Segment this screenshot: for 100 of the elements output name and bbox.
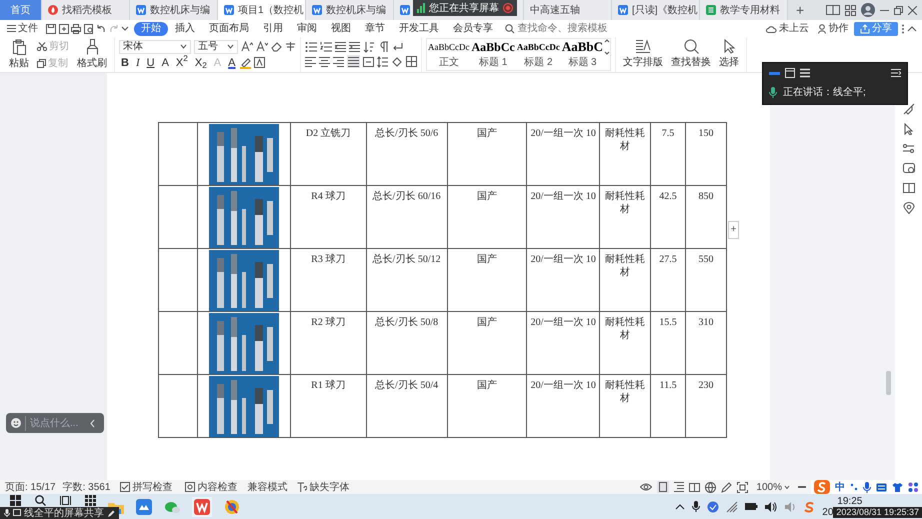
text-format-button[interactable]: X$_{2}$ — [192, 56, 209, 70]
align-right-icon[interactable] — [333, 56, 344, 68]
document-tab[interactable]: 教学专用材料 — [700, 0, 788, 20]
restore-icon[interactable] — [894, 6, 903, 14]
cloud-status-button[interactable]: 未上云 — [763, 21, 812, 36]
chevron-left-icon[interactable] — [89, 418, 96, 428]
content-check-button[interactable]: 内容检查 — [182, 480, 240, 494]
database-image-icon[interactable] — [902, 162, 914, 174]
shirt-icon[interactable] — [892, 482, 903, 492]
ribbon-tab[interactable]: 页面布局 — [202, 22, 256, 36]
document-tab[interactable]: 数控机床与编 — [306, 0, 394, 20]
chat-input-box[interactable]: 说点什么... — [6, 413, 104, 433]
window-icon[interactable] — [785, 68, 795, 78]
list-icon[interactable] — [800, 68, 810, 78]
borders-icon[interactable] — [406, 56, 417, 67]
punctuation-icon[interactable] — [850, 482, 858, 492]
taskbar-app[interactable] — [192, 496, 212, 516]
scrollbar-thumb[interactable] — [886, 371, 891, 395]
export-icon[interactable] — [58, 24, 68, 34]
cursor-arrow-icon[interactable] — [903, 123, 914, 135]
shading-icon[interactable] — [391, 56, 403, 68]
new-tab-button[interactable]: + — [788, 0, 812, 20]
more-icon[interactable] — [900, 24, 904, 34]
ribbon-tab[interactable]: 审阅 — [290, 22, 324, 36]
window-layout-icon[interactable] — [826, 5, 840, 15]
format-painter-button[interactable]: 格式刷 — [74, 38, 110, 70]
caret-icon[interactable] — [121, 25, 129, 32]
numbered-list-icon[interactable] — [320, 41, 332, 53]
font-name-field[interactable]: 宋体 — [119, 40, 191, 54]
text-format-button[interactable]: A — [226, 56, 238, 70]
justify-icon[interactable] — [347, 55, 360, 68]
ribbon-tab[interactable]: 视图 — [324, 22, 358, 36]
ribbon-tab[interactable]: 引用 — [256, 22, 290, 36]
line-spacing-icon[interactable] — [377, 56, 388, 68]
microphone-icon[interactable] — [692, 501, 700, 512]
line-break-icon[interactable] — [392, 42, 403, 52]
select-button[interactable]: 选择 — [716, 39, 742, 70]
collaborate-button[interactable]: 协作 — [814, 21, 852, 36]
document-tab[interactable]: [只读]《数控机 — [612, 0, 700, 20]
character-border-icon[interactable] — [254, 57, 266, 68]
chevron-up-icon[interactable] — [675, 502, 686, 510]
book-image-icon[interactable] — [902, 182, 914, 194]
text-format-button[interactable]: I — [134, 56, 142, 70]
preview-icon[interactable] — [84, 24, 94, 34]
sliders-icon[interactable] — [902, 143, 914, 154]
decrease-indent-icon[interactable] — [335, 41, 346, 53]
gallery-scroll-icon[interactable] — [604, 39, 610, 55]
sort-icon[interactable] — [363, 41, 375, 53]
text-format-button[interactable]: U — [144, 56, 157, 70]
record-stop-icon[interactable] — [503, 3, 513, 13]
chat-input[interactable]: 说点什么... — [25, 416, 85, 430]
cloud-app-icon[interactable] — [136, 498, 152, 514]
zoom-out-icon[interactable] — [798, 484, 806, 490]
text-format-button[interactable]: B — [119, 56, 131, 70]
page-view-icon[interactable] — [657, 481, 670, 493]
bullet-list-icon[interactable] — [305, 41, 317, 53]
document-tab[interactable]: 项目1（数控机 — [218, 0, 306, 20]
text-format-button[interactable]: A — [160, 56, 171, 70]
speaker-icon[interactable] — [765, 500, 778, 512]
battery-icon[interactable] — [745, 501, 758, 512]
sidebar-toggle-icon[interactable] — [891, 68, 901, 78]
outline-view-icon[interactable] — [674, 481, 684, 493]
apps-icon[interactable] — [908, 482, 919, 492]
file-menu[interactable]: 文件 — [4, 21, 41, 36]
globe-app-icon[interactable] — [224, 498, 240, 514]
add-column-button[interactable]: + — [728, 221, 739, 239]
text-layout-button[interactable]: 文字排版 — [620, 39, 666, 70]
save-icon[interactable] — [46, 24, 56, 34]
globe-icon[interactable] — [705, 482, 716, 492]
pen-icon[interactable] — [721, 482, 732, 492]
ribbon-tab[interactable]: 开始 — [134, 22, 168, 36]
grid-icon[interactable] — [845, 4, 856, 16]
search-icon[interactable] — [35, 495, 46, 506]
input-mode-indicator[interactable]: 中 — [835, 480, 845, 494]
network-icon[interactable] — [726, 500, 738, 512]
collapse-icon[interactable] — [907, 24, 917, 32]
fit-screen-icon[interactable] — [737, 482, 748, 492]
ribbon-tab[interactable]: 插入 — [168, 22, 202, 36]
shield-icon[interactable] — [707, 500, 720, 512]
eye-icon[interactable] — [640, 482, 652, 492]
align-left-icon[interactable] — [305, 56, 316, 68]
avatar-icon[interactable] — [861, 3, 875, 17]
spell-check-button[interactable]: 拼写检查 — [117, 480, 176, 494]
home-tab[interactable]: 首页 — [0, 0, 42, 20]
align-center-icon[interactable] — [319, 56, 330, 68]
highlighter-icon[interactable] — [240, 56, 252, 69]
document-tab[interactable]: 数控机床与编 — [130, 0, 218, 20]
print-icon[interactable] — [71, 24, 81, 34]
shrink-font-icon[interactable] — [256, 41, 268, 52]
document-tab[interactable]: 找稻壳模板 — [42, 0, 130, 20]
keyboard-icon[interactable] — [876, 482, 887, 492]
ribbon-tab[interactable]: 开发工具 — [392, 22, 446, 36]
distribute-icon[interactable] — [363, 56, 374, 68]
paste-button[interactable]: 粘贴 — [6, 38, 32, 70]
ribbon-tab[interactable]: 章节 — [358, 22, 392, 36]
undo-icon[interactable] — [96, 24, 106, 34]
increase-indent-icon[interactable] — [349, 41, 360, 53]
document-tab[interactable]: 中高速五轴 — [524, 0, 612, 20]
text-format-button[interactable]: X$^{2}$ — [174, 56, 190, 70]
task-view-icon[interactable] — [60, 495, 71, 506]
